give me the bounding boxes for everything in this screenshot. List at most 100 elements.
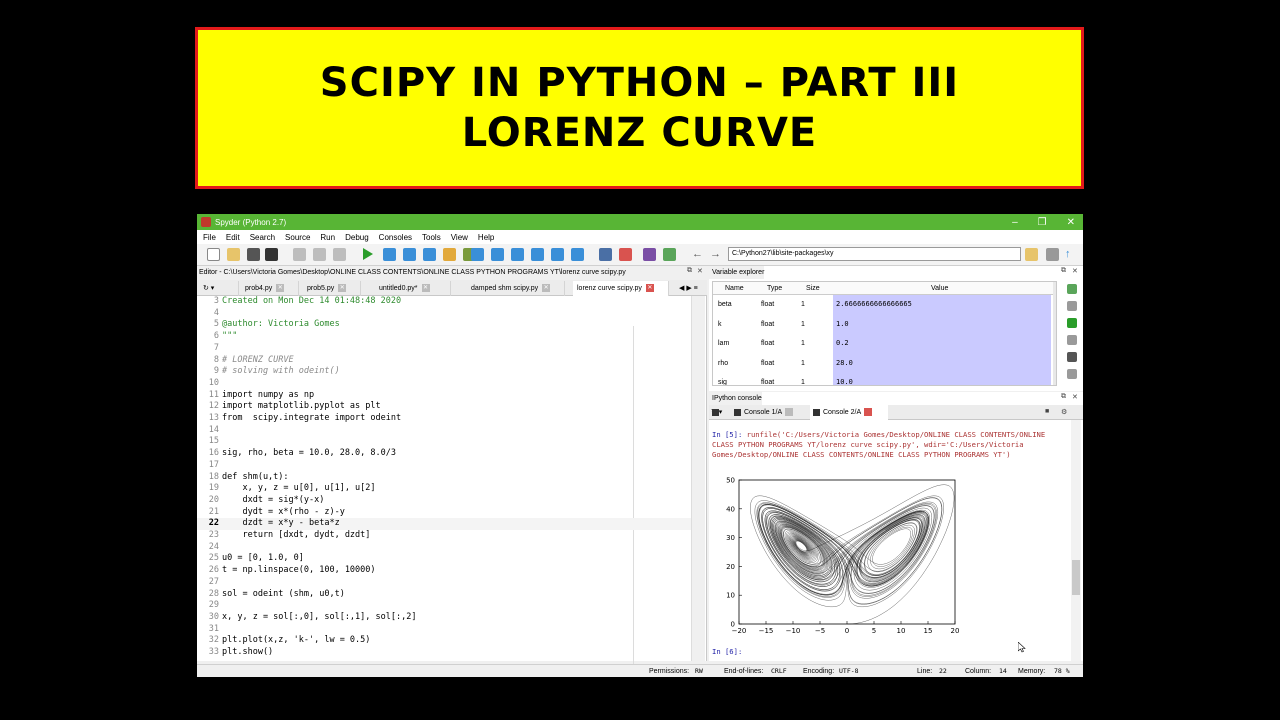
new-file-icon[interactable] bbox=[207, 248, 220, 261]
minimize-button[interactable]: – bbox=[1012, 217, 1018, 228]
code-line[interactable]: 3 Created on Mon Dec 14 01:48:48 2020 bbox=[197, 296, 691, 308]
code-line[interactable]: 7 bbox=[197, 343, 691, 355]
tab-scroll-arrows[interactable]: ◀ ▶ ≡ bbox=[675, 281, 705, 296]
menu-view[interactable]: View bbox=[451, 233, 468, 242]
menu-run[interactable]: Run bbox=[320, 233, 335, 242]
code-line[interactable]: 6 """ bbox=[197, 331, 691, 343]
code-line[interactable]: 16 sig, rho, beta = 10.0, 28.0, 8.0/3 bbox=[197, 448, 691, 460]
open-file-icon[interactable] bbox=[227, 248, 240, 261]
stop-debug-icon[interactable] bbox=[571, 248, 584, 261]
menu-file[interactable]: File bbox=[203, 233, 216, 242]
code-line[interactable]: 10 bbox=[197, 378, 691, 390]
console-interrupt-icon[interactable]: ■ bbox=[1045, 408, 1049, 415]
maximize-pane-icon[interactable] bbox=[599, 248, 612, 261]
download-icon[interactable] bbox=[1067, 318, 1077, 328]
console-undock-icon[interactable]: ⧉ bbox=[1061, 393, 1066, 401]
column-value[interactable]: Value bbox=[931, 282, 948, 295]
run-cell-icon[interactable] bbox=[383, 248, 396, 261]
code-line[interactable]: 32 plt.plot(x,z, 'k-', lw = 0.5) bbox=[197, 635, 691, 647]
continue-icon[interactable] bbox=[551, 248, 564, 261]
console-scrollbar[interactable] bbox=[1071, 420, 1081, 661]
column-name[interactable]: Name bbox=[725, 282, 744, 295]
tab-prob4[interactable]: prob4.py ✕ bbox=[241, 281, 299, 296]
tab-console-2a[interactable]: Console 2/A bbox=[810, 405, 888, 420]
comment-icon[interactable] bbox=[333, 248, 346, 261]
menu-source[interactable]: Source bbox=[285, 233, 310, 242]
code-line[interactable]: 27 bbox=[197, 577, 691, 589]
options-icon[interactable] bbox=[1067, 369, 1077, 379]
editor-scrollbar[interactable] bbox=[691, 296, 705, 661]
code-line[interactable]: 29 bbox=[197, 600, 691, 612]
tab-close-icon[interactable]: ✕ bbox=[542, 284, 551, 293]
tab-damped-shm-scipy[interactable]: damped shm scipy.py ✕ bbox=[467, 281, 565, 296]
code-line[interactable]: 24 bbox=[197, 542, 691, 554]
menu-help[interactable]: Help bbox=[478, 233, 494, 242]
step-icon[interactable] bbox=[491, 248, 504, 261]
run-icon[interactable] bbox=[363, 248, 373, 260]
back-arrow-icon[interactable]: ← bbox=[692, 248, 705, 261]
step-return-icon[interactable] bbox=[531, 248, 544, 261]
variable-row[interactable]: k float 1 1.0 bbox=[713, 314, 1056, 334]
tab-prob5[interactable]: prob5.py ✕ bbox=[303, 281, 361, 296]
debug-continue-icon[interactable] bbox=[471, 248, 484, 261]
import-data-icon[interactable] bbox=[1067, 284, 1077, 294]
code-line[interactable]: 26 t = np.linspace(0, 100, 10000) bbox=[197, 565, 691, 577]
code-editor[interactable]: 3 Created on Mon Dec 14 01:48:48 2020 4 5 @a… bbox=[197, 296, 691, 677]
column-size[interactable]: Size bbox=[806, 282, 820, 295]
run-config-icon[interactable] bbox=[443, 248, 456, 261]
code-line[interactable]: 8 # LORENZ CURVE bbox=[197, 355, 691, 367]
forward-arrow-icon[interactable]: → bbox=[710, 248, 723, 261]
tab-untitled0[interactable]: untitled0.py* ✕ bbox=[375, 281, 451, 296]
variable-row[interactable]: lam float 1 0.2 bbox=[713, 334, 1056, 354]
code-line[interactable]: 9 # solving with odeint() bbox=[197, 366, 691, 378]
tab-close-icon[interactable]: ✕ bbox=[276, 284, 285, 293]
code-line[interactable]: 19 x, y, z = u[0], u[1], u[2] bbox=[197, 483, 691, 495]
console-output[interactable]: In [5]: runfile('C:/Users/Victoria Gomes… bbox=[709, 420, 1083, 661]
tab-console-1a[interactable]: Console 1/A bbox=[731, 405, 809, 420]
console-browse-icon[interactable]: ↻ ▾ bbox=[709, 405, 729, 420]
python-path-manager-icon[interactable] bbox=[663, 248, 676, 261]
code-line[interactable]: 5 @author: Victoria Gomes bbox=[197, 319, 691, 331]
code-line[interactable]: 33 plt.show() bbox=[197, 647, 691, 659]
save-icon[interactable] bbox=[247, 248, 260, 261]
code-line[interactable]: 21 dydt = x*(rho - z)-y bbox=[197, 507, 691, 519]
unindent-icon[interactable] bbox=[313, 248, 326, 261]
run-selection-icon[interactable] bbox=[423, 248, 436, 261]
editor-undock-icon[interactable]: ⧉ bbox=[687, 267, 692, 275]
code-line[interactable]: 28 sol = odeint (shm, u0,t) bbox=[197, 589, 691, 601]
column-type[interactable]: Type bbox=[767, 282, 782, 295]
variable-table-scrollbar[interactable] bbox=[1053, 282, 1056, 385]
fullscreen-icon[interactable] bbox=[619, 248, 632, 261]
code-line[interactable]: 12 import matplotlib.pyplot as plt bbox=[197, 401, 691, 413]
set-working-dir-icon[interactable] bbox=[1046, 248, 1059, 261]
varexp-close-icon[interactable]: ✕ bbox=[1072, 267, 1078, 275]
close-button[interactable]: ✕ bbox=[1067, 217, 1075, 228]
console-close-icon[interactable]: ✕ bbox=[1072, 393, 1078, 401]
code-line[interactable]: 30 x, y, z = sol[:,0], sol[:,1], sol[:,2] bbox=[197, 612, 691, 624]
code-line[interactable]: 17 bbox=[197, 460, 691, 472]
save-all-data-icon[interactable] bbox=[1067, 352, 1077, 362]
console-tab-close-icon[interactable] bbox=[864, 408, 873, 417]
menu-search[interactable]: Search bbox=[250, 233, 275, 242]
console-scroll-thumb[interactable] bbox=[1072, 560, 1080, 595]
tab-lorenz-curve-scipy[interactable]: lorenz curve scipy.py ✕ bbox=[573, 281, 669, 296]
menu-consoles[interactable]: Consoles bbox=[379, 233, 412, 242]
working-directory-input[interactable]: C:\Python27\lib\site-packages\xy bbox=[728, 247, 1021, 261]
code-line[interactable]: 4 bbox=[197, 308, 691, 320]
parent-dir-icon[interactable]: ↑ bbox=[1065, 248, 1078, 261]
code-line[interactable]: 20 dxdt = sig*(y-x) bbox=[197, 495, 691, 507]
tab-close-icon[interactable]: ✕ bbox=[421, 284, 430, 293]
code-line[interactable]: 25 u0 = [0, 1.0, 0] bbox=[197, 553, 691, 565]
variable-row[interactable]: sig float 1 10.0 bbox=[713, 373, 1056, 385]
tab-browse-icon[interactable]: ↻ ▾ bbox=[199, 281, 239, 296]
code-line[interactable]: 31 bbox=[197, 624, 691, 636]
maximize-button[interactable]: ❐ bbox=[1038, 217, 1047, 228]
menu-tools[interactable]: Tools bbox=[422, 233, 441, 242]
run-cell-advance-icon[interactable] bbox=[403, 248, 416, 261]
menu-edit[interactable]: Edit bbox=[226, 233, 240, 242]
code-line[interactable]: 23 return [dxdt, dydt, dzdt] bbox=[197, 530, 691, 542]
save-as-icon[interactable] bbox=[1067, 335, 1077, 345]
code-line[interactable]: 13 from scipy.integrate import odeint bbox=[197, 413, 691, 425]
console-tab-close-icon[interactable] bbox=[785, 408, 794, 417]
save-data-icon[interactable] bbox=[1067, 301, 1077, 311]
